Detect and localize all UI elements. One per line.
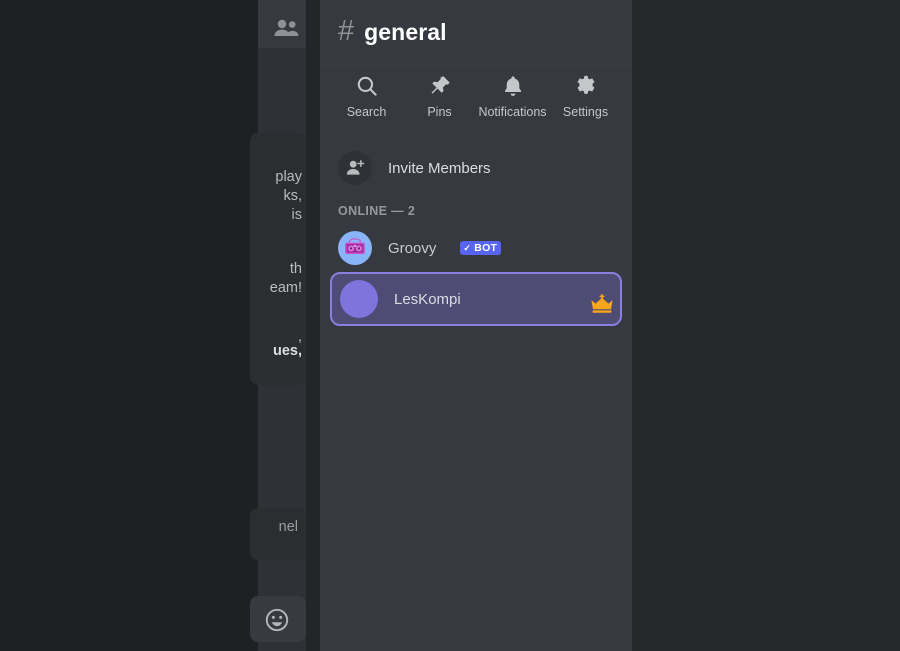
background-text-fragment: ks, bbox=[283, 188, 302, 204]
background-message-area bbox=[0, 0, 258, 651]
invite-members-label: Invite Members bbox=[388, 159, 491, 177]
search-icon bbox=[355, 74, 379, 98]
member-list-panel: # general Search Pins Notifications Setting… bbox=[320, 0, 632, 651]
toolbar-button-label: Settings bbox=[562, 105, 609, 119]
app-root: play ks, is th eam!, ues, nel # general Searc… bbox=[0, 0, 900, 651]
list-item[interactable]: Groovy ✓ BOT bbox=[330, 226, 622, 270]
hash-icon: # bbox=[338, 15, 355, 47]
bot-check-icon: ✓ bbox=[463, 242, 472, 253]
background-text-fragment: play bbox=[275, 169, 302, 185]
bell-icon bbox=[501, 74, 525, 98]
member-name: LesKompi bbox=[394, 290, 461, 308]
toolbar-button-label: Search bbox=[346, 105, 387, 119]
toolbar-button-notifications[interactable]: Notifications bbox=[476, 74, 549, 119]
boombox-avatar bbox=[338, 231, 372, 265]
list-item[interactable]: LesKompi bbox=[330, 272, 622, 326]
background-input-text: nel bbox=[278, 519, 298, 535]
pin-icon bbox=[428, 74, 452, 98]
background-text-fragment: th bbox=[289, 261, 302, 277]
toolbar-button-pins[interactable]: Pins bbox=[403, 74, 476, 119]
channel-header: # general bbox=[320, 0, 632, 66]
toolbar-button-label: Notifications bbox=[478, 105, 547, 119]
members-icon[interactable] bbox=[272, 18, 300, 38]
toolbar-button-label: Pins bbox=[427, 105, 452, 119]
gear-icon bbox=[574, 74, 598, 98]
invite-members-button[interactable]: Invite Members bbox=[320, 146, 632, 190]
background-right-area bbox=[632, 0, 900, 651]
status-badge: ✓ BOT bbox=[460, 240, 502, 256]
member-name: Groovy bbox=[388, 239, 437, 257]
background-gap bbox=[306, 0, 320, 651]
background-text-fragment: ues, bbox=[272, 343, 302, 359]
toolbar-button-search[interactable]: Search bbox=[330, 74, 403, 119]
channel-toolbar: Search Pins Notifications Settings bbox=[320, 66, 632, 130]
boombox-icon bbox=[343, 236, 367, 260]
person-add-icon bbox=[338, 151, 372, 185]
toolbar-button-settings[interactable]: Settings bbox=[549, 74, 622, 119]
online-group-header: ONLINE — 2 bbox=[338, 204, 416, 218]
avatar bbox=[340, 280, 378, 318]
crown-icon bbox=[590, 294, 614, 314]
emoji-smiley-icon[interactable] bbox=[264, 607, 290, 633]
background-text-fragment: eam! bbox=[269, 280, 302, 296]
bot-badge-label: BOT bbox=[474, 241, 498, 254]
page-title: general bbox=[364, 19, 447, 45]
background-text-fragment: is bbox=[291, 207, 302, 223]
